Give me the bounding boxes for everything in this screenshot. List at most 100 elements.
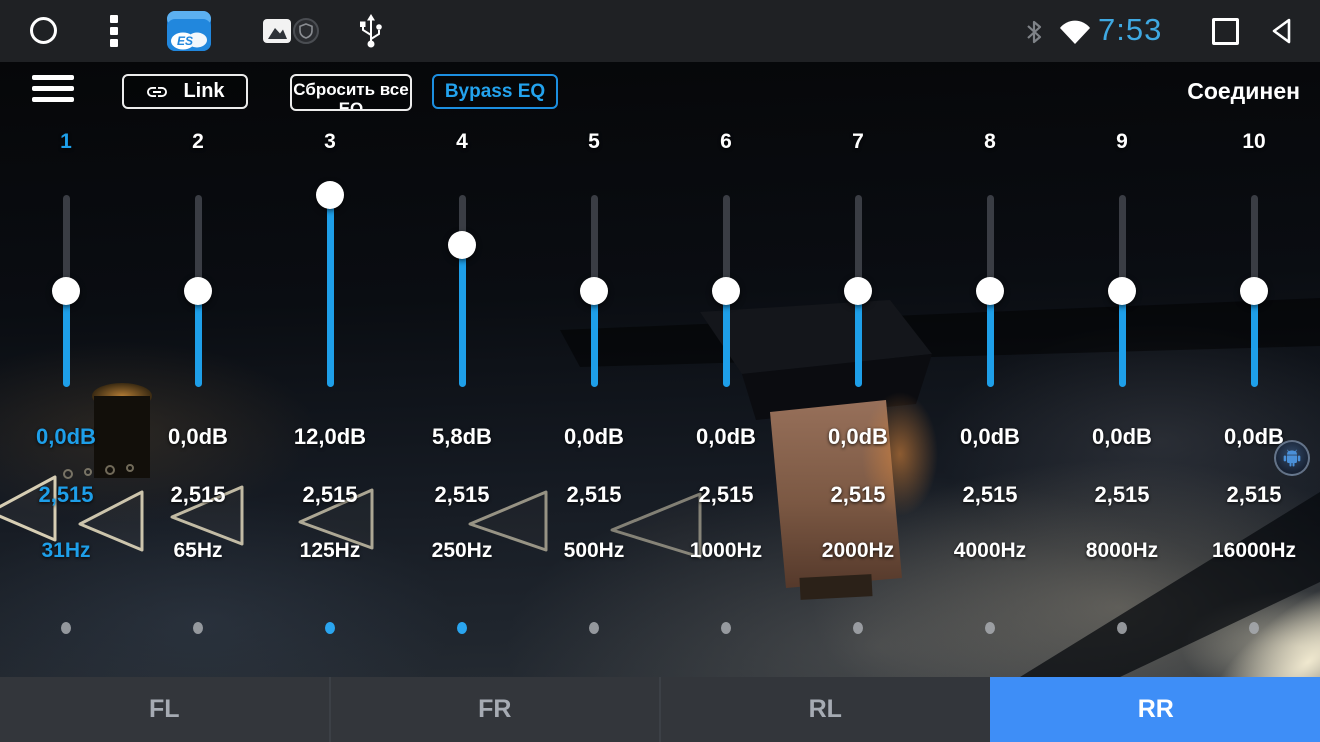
slider-thumb[interactable] <box>712 277 740 305</box>
band-q-label: 2,515 <box>132 482 264 508</box>
bypass-button-label: Bypass EQ <box>445 81 545 103</box>
slider-thumb[interactable] <box>1108 277 1136 305</box>
band-slider[interactable] <box>1240 195 1268 387</box>
home-icon[interactable] <box>30 17 57 44</box>
band-q-label: 2,515 <box>792 482 924 508</box>
eq-band: 5 0,0dB 2,515 500Hz <box>528 130 660 675</box>
bypass-eq-button[interactable]: Bypass EQ <box>432 74 558 109</box>
usb-icon <box>358 12 384 55</box>
band-q-label: 2,515 <box>660 482 792 508</box>
band-number: 10 <box>1188 130 1320 154</box>
slider-track-fill[interactable] <box>723 291 730 387</box>
android-robot-icon <box>1282 448 1302 468</box>
band-slider[interactable] <box>976 195 1004 387</box>
band-dot <box>853 622 863 634</box>
slider-track-fill[interactable] <box>1119 291 1126 387</box>
link-button[interactable]: Link <box>122 74 248 109</box>
tab-fr[interactable]: FR <box>329 677 660 742</box>
band-gain-label: 0,0dB <box>528 424 660 450</box>
bluetooth-icon <box>1025 18 1043 51</box>
band-freq-label: 500Hz <box>528 539 660 563</box>
back-icon[interactable] <box>1268 16 1294 51</box>
band-number: 7 <box>792 130 924 154</box>
recents-icon[interactable] <box>1212 18 1239 45</box>
band-freq-label: 250Hz <box>396 539 528 563</box>
band-freq-label: 65Hz <box>132 539 264 563</box>
slider-track-fill[interactable] <box>459 245 466 387</box>
band-gain-label: 0,0dB <box>132 424 264 450</box>
band-number: 9 <box>1056 130 1188 154</box>
eq-band: 10 0,0dB 2,515 16000Hz <box>1188 130 1320 675</box>
channel-tab-bar: FL FR RL RR <box>0 677 1320 742</box>
band-freq-label: 1000Hz <box>660 539 792 563</box>
band-dot <box>985 622 995 634</box>
band-number: 2 <box>132 130 264 154</box>
slider-thumb[interactable] <box>448 231 476 259</box>
band-slider[interactable] <box>1108 195 1136 387</box>
band-slider[interactable] <box>448 195 476 387</box>
band-q-label: 2,515 <box>1056 482 1188 508</box>
band-freq-label: 125Hz <box>264 539 396 563</box>
band-freq-label: 16000Hz <box>1188 539 1320 563</box>
link-button-label: Link <box>183 80 224 103</box>
eq-band: 9 0,0dB 2,515 8000Hz <box>1056 130 1188 675</box>
band-dot <box>589 622 599 634</box>
band-freq-label: 4000Hz <box>924 539 1056 563</box>
slider-thumb[interactable] <box>52 277 80 305</box>
slider-track-fill[interactable] <box>63 291 70 387</box>
eq-band: 4 5,8dB 2,515 250Hz <box>396 130 528 675</box>
es-file-explorer-icon[interactable]: ES <box>166 8 212 57</box>
band-number: 3 <box>264 130 396 154</box>
band-q-label: 2,515 <box>396 482 528 508</box>
band-dot <box>1249 622 1259 634</box>
eq-band: 3 12,0dB 2,515 125Hz <box>264 130 396 675</box>
gallery-app-icon[interactable] <box>262 16 292 51</box>
eq-band: 2 0,0dB 2,515 65Hz <box>132 130 264 675</box>
band-gain-label: 0,0dB <box>792 424 924 450</box>
shield-app-icon[interactable] <box>292 17 320 50</box>
band-slider[interactable] <box>52 195 80 387</box>
slider-track-fill[interactable] <box>987 291 994 387</box>
eq-bands: 1 0,0dB 2,515 31Hz 2 0,0dB <box>0 130 1320 675</box>
overflow-menu-icon[interactable] <box>110 15 118 51</box>
slider-thumb[interactable] <box>1240 277 1268 305</box>
band-dot <box>457 622 467 634</box>
band-dot <box>325 622 335 634</box>
eq-band: 7 0,0dB 2,515 2000Hz <box>792 130 924 675</box>
slider-track-fill[interactable] <box>195 291 202 387</box>
slider-track-fill[interactable] <box>591 291 598 387</box>
band-q-label: 2,515 <box>1188 482 1320 508</box>
slider-track-fill[interactable] <box>1251 291 1258 387</box>
tab-rr[interactable]: RR <box>990 677 1320 742</box>
band-slider[interactable] <box>316 195 344 387</box>
band-slider[interactable] <box>184 195 212 387</box>
reset-all-eq-button[interactable]: Сбросить все EQ <box>290 74 412 111</box>
svg-text:ES: ES <box>177 34 193 48</box>
equalizer-panel: Link Сбросить все EQ Bypass EQ Соединен … <box>0 62 1320 677</box>
band-freq-label: 31Hz <box>0 539 132 563</box>
android-overlay-bubble[interactable] <box>1274 440 1310 476</box>
band-number: 6 <box>660 130 792 154</box>
slider-thumb[interactable] <box>976 277 1004 305</box>
slider-track-fill[interactable] <box>855 291 862 387</box>
slider-thumb[interactable] <box>844 277 872 305</box>
wifi-icon <box>1058 18 1092 50</box>
band-q-label: 2,515 <box>0 482 132 508</box>
chain-link-icon <box>145 80 169 104</box>
band-number: 4 <box>396 130 528 154</box>
band-dot <box>193 622 203 634</box>
band-number: 8 <box>924 130 1056 154</box>
slider-thumb[interactable] <box>184 277 212 305</box>
android-status-bar: ES <box>0 0 1320 62</box>
band-slider[interactable] <box>712 195 740 387</box>
connection-status-text: Соединен <box>1187 78 1300 105</box>
slider-thumb[interactable] <box>580 277 608 305</box>
hamburger-menu-icon[interactable] <box>32 75 74 108</box>
slider-thumb[interactable] <box>316 181 344 209</box>
slider-track-fill[interactable] <box>327 195 334 387</box>
band-slider[interactable] <box>580 195 608 387</box>
tab-fl[interactable]: FL <box>0 677 329 742</box>
band-slider[interactable] <box>844 195 872 387</box>
band-gain-label: 0,0dB <box>0 424 132 450</box>
tab-rl[interactable]: RL <box>659 677 990 742</box>
